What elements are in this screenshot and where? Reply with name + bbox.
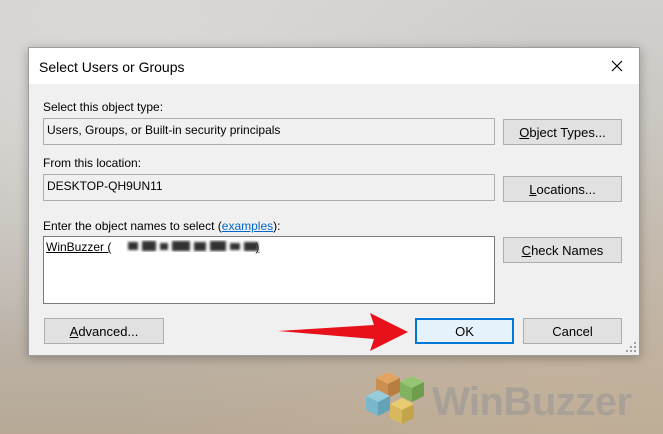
cancel-button[interactable]: Cancel [523, 318, 622, 344]
close-button[interactable] [595, 48, 639, 84]
close-icon [611, 60, 623, 72]
locations-button[interactable]: Locations... [503, 176, 622, 202]
watermark-text: WinBuzzer [432, 380, 632, 424]
names-label: Enter the object names to select (exampl… [43, 219, 281, 233]
select-users-dialog: Select Users or Groups Select this objec… [28, 47, 640, 356]
examples-link[interactable]: examples [222, 219, 273, 233]
red-arrow [278, 313, 408, 351]
location-field: DESKTOP-QH9UN11 [43, 174, 495, 201]
object-names-input[interactable]: WinBuzzer () [43, 236, 495, 304]
winbuzzer-logo [366, 372, 424, 424]
resize-grip-icon[interactable] [625, 341, 637, 353]
dialog-title: Select Users or Groups [39, 59, 185, 75]
object-type-label: Select this object type: [43, 100, 164, 114]
location-label: From this location: [43, 156, 142, 170]
ok-button[interactable]: OK [415, 318, 514, 344]
advanced-button[interactable]: Advanced... [44, 318, 164, 344]
winbuzzer-watermark: WinBuzzer [360, 370, 660, 432]
object-type-field: Users, Groups, or Built-in security prin… [43, 118, 495, 145]
object-types-button[interactable]: Object Types... [503, 119, 622, 145]
check-names-button[interactable]: Check Names [503, 237, 622, 263]
title-bar: Select Users or Groups [29, 48, 639, 84]
redacted-text [128, 241, 258, 251]
